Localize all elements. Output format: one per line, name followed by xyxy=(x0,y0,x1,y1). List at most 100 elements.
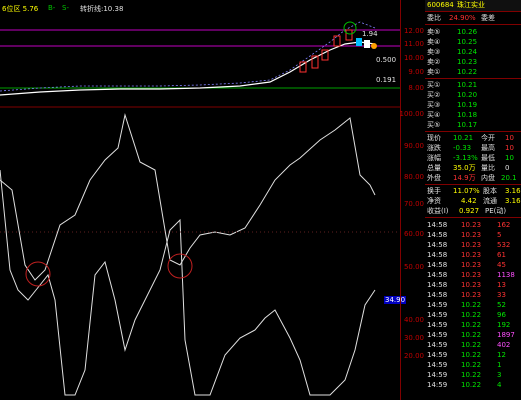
buy-row[interactable]: 买④ 10.18 xyxy=(425,110,521,120)
tick-row: 14:59 10.22 1 xyxy=(425,360,521,370)
sell-label: 卖④ xyxy=(427,38,441,46)
sell-row[interactable]: 卖④ 10.25 xyxy=(425,37,521,47)
tick-price: 10.23 xyxy=(461,271,482,279)
stat-row: 收益(I) 0.927 PE(动) xyxy=(425,206,521,216)
high-marker-value: 1.94 xyxy=(362,30,378,38)
turn-line-label: 转折线:10.38 xyxy=(80,5,124,13)
stat-row: 总量 35.0万 量比 0 xyxy=(425,163,521,173)
tick-volume: 1138 xyxy=(497,271,515,279)
kline-chart-pane[interactable]: 6位区 5.76 B- S- 转折线:10.38 1.94 0.500 0.19… xyxy=(0,0,407,400)
sell-label: 卖⑤ xyxy=(427,28,441,36)
tick-time: 14:59 xyxy=(427,371,448,379)
tick-volume: 1 xyxy=(497,361,502,369)
tick-volume: 5 xyxy=(497,231,502,239)
wei-cha-label: 委差 xyxy=(481,14,495,22)
tick-volume: 61 xyxy=(497,251,506,259)
tick-price: 10.22 xyxy=(461,321,482,329)
sell-price: 10.26 xyxy=(457,28,478,36)
tick-volume: 12 xyxy=(497,351,506,359)
tick-price: 10.23 xyxy=(461,261,482,269)
candle xyxy=(356,38,362,46)
sell-price: 10.25 xyxy=(457,38,478,46)
buy-price: 10.18 xyxy=(457,111,478,119)
stat-label: PE(动) xyxy=(485,207,507,215)
axis-tick: 10.00 xyxy=(403,54,424,62)
axis-tick: 11.00 xyxy=(403,40,424,48)
price-axis: 12.00 11.00 10.00 9.00 8.00 100.00 90.00… xyxy=(400,0,425,400)
wei-bi-value: 24.90% xyxy=(449,14,476,22)
stat-value: 10 xyxy=(505,134,514,142)
tick-time: 14:59 xyxy=(427,341,448,349)
tick-volume: 13 xyxy=(497,281,506,289)
stat-label: 总量 xyxy=(427,164,441,172)
tick-row: 14:58 10.23 162 xyxy=(425,220,521,230)
tick-price: 10.23 xyxy=(461,221,482,229)
buy-price: 10.17 xyxy=(457,121,478,129)
axis-tick: 40.00 xyxy=(403,316,424,324)
sell-label: 卖② xyxy=(427,58,441,66)
tick-row: 14:59 10.22 3 xyxy=(425,370,521,380)
tick-time: 14:59 xyxy=(427,321,448,329)
axis-tick: 8.00 xyxy=(408,84,424,92)
stat-row: 换手 11.07% 股本 3.16 xyxy=(425,186,521,196)
stat-value: 3.16 xyxy=(505,187,521,195)
tick-price: 10.22 xyxy=(461,341,482,349)
stat-label: 收益(I) xyxy=(427,207,449,215)
tick-price: 10.22 xyxy=(461,331,482,339)
stat-value: -0.33 xyxy=(453,144,472,152)
sell-row[interactable]: 卖⑤ 10.26 xyxy=(425,27,521,37)
candle xyxy=(333,35,341,47)
signal-circle xyxy=(343,21,357,35)
buy-row[interactable]: 买① 10.21 xyxy=(425,80,521,90)
tick-volume: 1897 xyxy=(497,331,515,339)
tick-volume: 532 xyxy=(497,241,511,249)
axis-tick: 100.00 xyxy=(399,110,425,118)
candle xyxy=(345,29,353,41)
tick-row: 14:59 10.22 402 xyxy=(425,340,521,350)
wei-bi-row: 委比 24.90% 委差 xyxy=(425,13,521,23)
sell-price: 10.23 xyxy=(457,58,478,66)
stat-label: 流通 xyxy=(483,197,497,205)
buy-row[interactable]: 买⑤ 10.17 xyxy=(425,120,521,130)
sell-row[interactable]: 卖① 10.22 xyxy=(425,67,521,77)
buy-row[interactable]: 买② 10.20 xyxy=(425,90,521,100)
marker-circle-1 xyxy=(25,261,51,287)
stat-label: 内盘 xyxy=(481,174,495,182)
axis-tick: 30.00 xyxy=(403,334,424,342)
stat-label: 换手 xyxy=(427,187,441,195)
buy-row[interactable]: 买③ 10.19 xyxy=(425,100,521,110)
chart-canvas[interactable] xyxy=(0,0,400,400)
tick-row: 14:58 10.23 45 xyxy=(425,260,521,270)
tick-row: 14:59 10.22 52 xyxy=(425,300,521,310)
sell-row[interactable]: 卖③ 10.24 xyxy=(425,47,521,57)
tick-time: 14:59 xyxy=(427,361,448,369)
sell-price: 10.24 xyxy=(457,48,478,56)
stat-value: 14.9万 xyxy=(453,174,476,182)
buy-label: 买③ xyxy=(427,101,441,109)
buy-price: 10.20 xyxy=(457,91,478,99)
buy-price: 10.19 xyxy=(457,101,478,109)
divider xyxy=(425,131,521,132)
tick-volume: 96 xyxy=(497,311,506,319)
ma-curve xyxy=(0,21,376,92)
stat-row: 净资 4.42 流通 3.16 xyxy=(425,196,521,206)
tick-row: 14:58 10.23 33 xyxy=(425,290,521,300)
stat-value: 0.927 xyxy=(459,207,480,215)
tick-price: 10.22 xyxy=(461,371,482,379)
tick-price: 10.22 xyxy=(461,311,482,319)
buy-label: 买④ xyxy=(427,111,441,119)
right-value-1: 0.500 xyxy=(376,56,397,64)
period-label: 6位区 5.76 xyxy=(2,5,39,13)
sell-label: 卖③ xyxy=(427,48,441,56)
axis-tick: 50.00 xyxy=(403,263,424,271)
sell-row[interactable]: 卖② 10.23 xyxy=(425,57,521,67)
quote-panel: 600684 珠江实业 委比 24.90% 委差 卖⑤ 10.26 卖④ 10.25… xyxy=(425,0,521,400)
stat-row: 现价 10.21 今开 10 xyxy=(425,133,521,143)
tick-row: 14:58 10.23 61 xyxy=(425,250,521,260)
stock-title-bar[interactable]: 600684 珠江实业 xyxy=(425,0,521,12)
stat-value: 3.16 xyxy=(505,197,521,205)
stat-label: 现价 xyxy=(427,134,441,142)
stat-value: 4.42 xyxy=(461,197,477,205)
tick-price: 10.23 xyxy=(461,281,482,289)
divider xyxy=(425,217,521,218)
